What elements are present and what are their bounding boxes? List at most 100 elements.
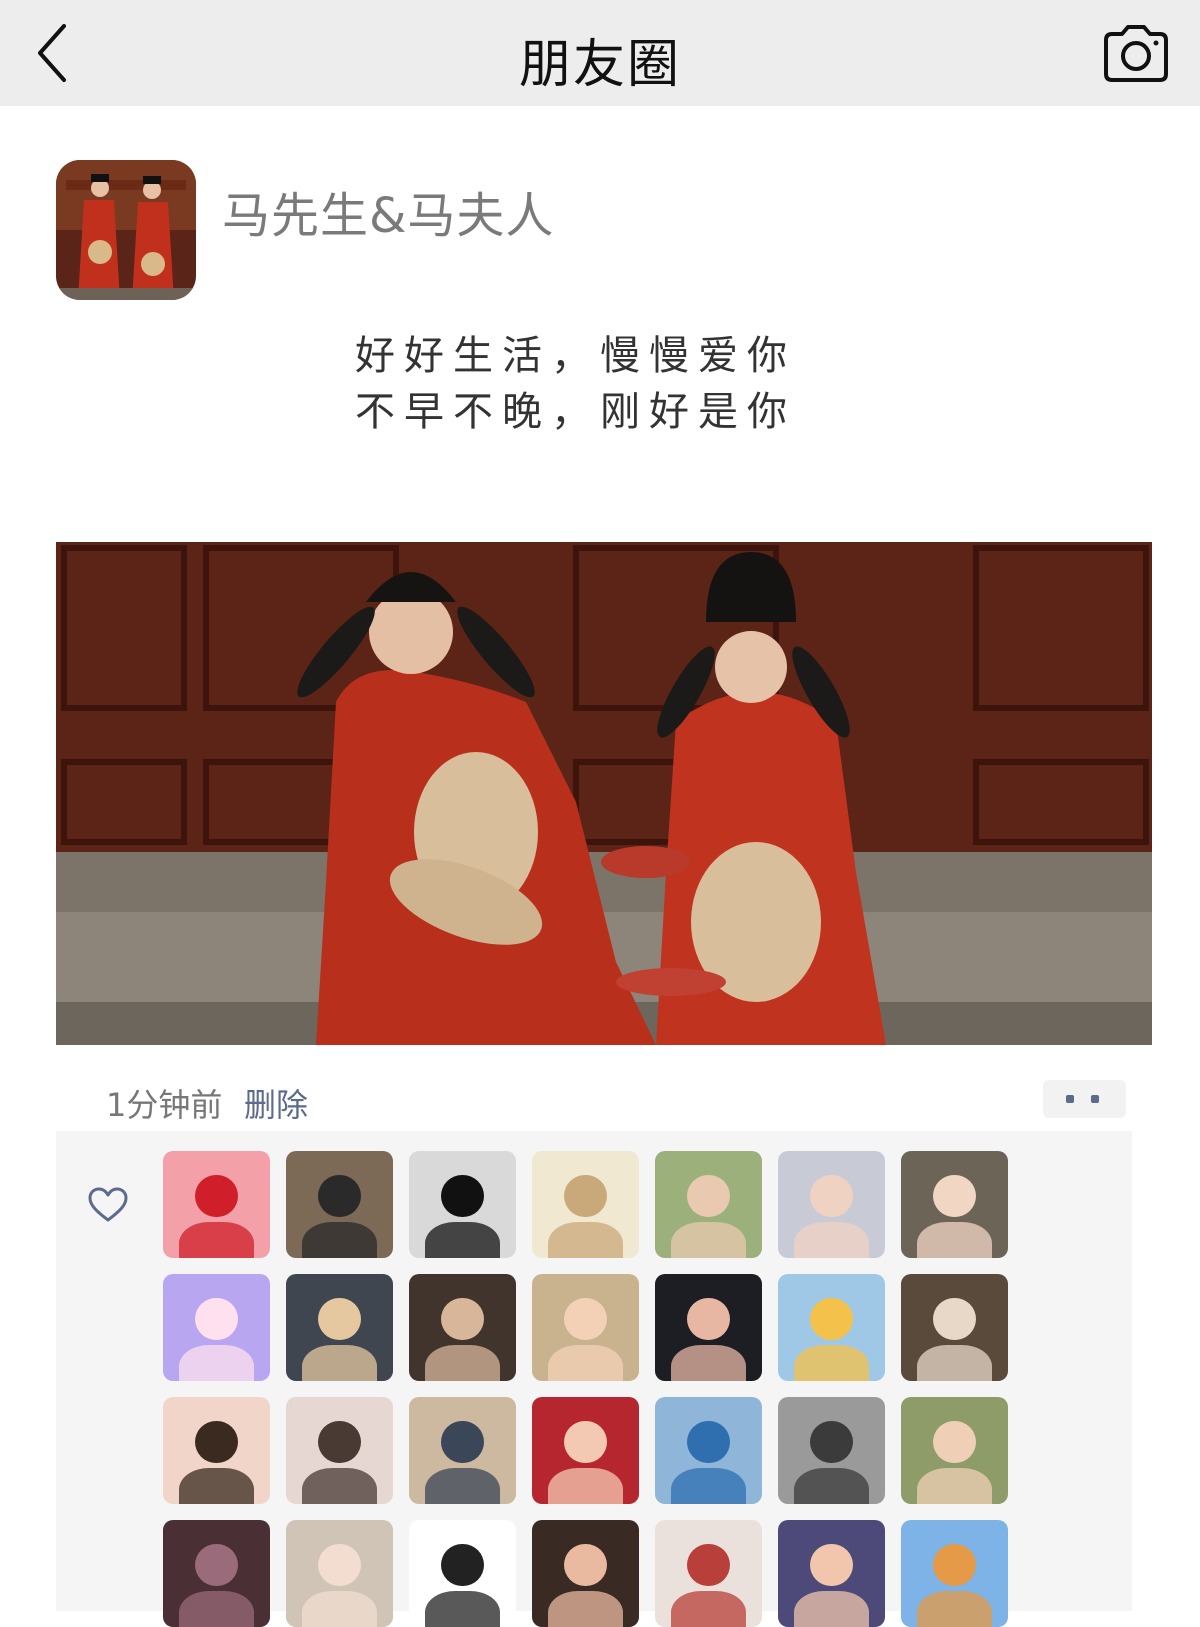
liker-avatar-red-hair-cartoon[interactable] [532, 1397, 639, 1504]
liker-avatar-person-sunglasses[interactable] [286, 1151, 393, 1258]
liker-avatar-body [302, 1590, 377, 1627]
liker-avatar-body [425, 1344, 500, 1381]
liker-avatar-body [425, 1467, 500, 1504]
liker-avatar-body [671, 1344, 746, 1381]
more-actions-button[interactable] [1043, 1080, 1126, 1118]
liker-avatar-body [425, 1221, 500, 1258]
liker-avatar-body [179, 1344, 254, 1381]
profile-avatar-image [56, 160, 196, 300]
liker-avatar-figure [441, 1297, 484, 1341]
profile-avatar[interactable] [56, 160, 196, 300]
liker-avatar-figure [933, 1297, 976, 1341]
liker-avatar-figure [441, 1543, 484, 1587]
liker-avatar-comic-boy[interactable] [409, 1397, 516, 1504]
liker-avatar-body [179, 1590, 254, 1627]
liker-avatar-figure [564, 1543, 607, 1587]
caption-line-2: 不早不晚，刚好是你 [355, 389, 796, 435]
liker-avatar-woman-car[interactable] [409, 1274, 516, 1381]
profile-name[interactable]: 马先生&马夫人 [222, 176, 554, 246]
liker-avatar-figure [810, 1420, 853, 1464]
liker-avatar-figure [441, 1420, 484, 1464]
liker-avatar-figure [441, 1174, 484, 1218]
more-dots-icon [1066, 1095, 1074, 1103]
liker-avatar-shiba-dog[interactable] [901, 1520, 1008, 1627]
liker-avatar-figure [564, 1297, 607, 1341]
liker-avatar-figure [195, 1543, 238, 1587]
liker-avatar-body [917, 1221, 992, 1258]
liker-avatar-figure [687, 1174, 730, 1218]
liker-avatar-kitchen-woman[interactable] [778, 1397, 885, 1504]
liker-avatar-body [179, 1221, 254, 1258]
liker-avatar-black-cat[interactable] [409, 1151, 516, 1258]
liker-avatar-body [548, 1344, 623, 1381]
liker-avatar-figure [687, 1420, 730, 1464]
liker-avatar-dark-figure[interactable] [163, 1520, 270, 1627]
liker-avatar-adventure-time[interactable] [778, 1274, 885, 1381]
liker-avatar-girl-chin[interactable] [532, 1520, 639, 1627]
liker-avatar-girl-hoodie[interactable] [778, 1151, 885, 1258]
liker-avatar-body [794, 1344, 869, 1381]
liker-avatar-figure [564, 1420, 607, 1464]
liker-avatar-body [917, 1344, 992, 1381]
liker-avatar-body [302, 1344, 377, 1381]
liker-avatar-body [794, 1467, 869, 1504]
liker-avatar-glasses-cartoon[interactable] [409, 1520, 516, 1627]
likes-panel [56, 1131, 1132, 1627]
more-dots-icon [1091, 1095, 1099, 1103]
liker-avatar-body [302, 1221, 377, 1258]
liker-avatar-figure [687, 1297, 730, 1341]
top-nav-bar: 朋友圈 [0, 0, 1200, 106]
camera-button[interactable] [1100, 24, 1172, 84]
delete-post-link[interactable]: 删除 [244, 1080, 308, 1126]
liker-avatar-body [917, 1590, 992, 1627]
liker-avatar-body [179, 1467, 254, 1504]
liker-avatar-figure [687, 1543, 730, 1587]
liker-avatar-dog-hat[interactable] [286, 1274, 393, 1381]
liker-avatar-body [548, 1467, 623, 1504]
liker-avatar-body [302, 1467, 377, 1504]
liker-avatar-blue-shirt-woman[interactable] [655, 1397, 762, 1504]
liker-avatar-figure [810, 1297, 853, 1341]
liker-avatar-figure [933, 1174, 976, 1218]
liker-avatar-figure [318, 1174, 361, 1218]
liker-avatar-dance-couple[interactable] [901, 1274, 1008, 1381]
liker-avatar-figure [318, 1297, 361, 1341]
liker-avatar-boy-orange[interactable] [532, 1274, 639, 1381]
liker-avatar-figure [195, 1420, 238, 1464]
post-photo-image [56, 542, 1152, 1045]
liker-avatar-bunny-heart[interactable] [163, 1274, 270, 1381]
liker-avatar-figure [564, 1174, 607, 1218]
likes-avatar-grid [163, 1151, 1063, 1627]
page-title: 朋友圈 [518, 35, 681, 95]
liker-avatar-baby-bow[interactable] [286, 1397, 393, 1504]
liker-avatar-baby-dad[interactable] [901, 1151, 1008, 1258]
liker-avatar-figure [318, 1420, 361, 1464]
liker-avatar-body [794, 1590, 869, 1627]
liker-avatar-anime-man[interactable] [778, 1520, 885, 1627]
liker-avatar-figure [933, 1420, 976, 1464]
liker-avatar-figure [195, 1174, 238, 1218]
liker-avatar-anime-gun[interactable] [655, 1274, 762, 1381]
liker-avatar-body [548, 1590, 623, 1627]
liker-avatar-anime-sketch[interactable] [532, 1151, 639, 1258]
liker-avatar-girl-green[interactable] [655, 1151, 762, 1258]
liker-avatar-pink-bear[interactable] [163, 1151, 270, 1258]
liker-avatar-fluffy-hat-girl[interactable] [286, 1520, 393, 1627]
liker-avatar-figure [195, 1297, 238, 1341]
liker-avatar-figure [318, 1543, 361, 1587]
liker-avatar-body [671, 1590, 746, 1627]
heart-outline-icon [88, 1187, 128, 1222]
liker-avatar-body [671, 1467, 746, 1504]
liker-avatar-figure [810, 1174, 853, 1218]
liker-avatar-body [917, 1467, 992, 1504]
post-caption: 好好生活，慢慢爱你 不早不晚，刚好是你 [355, 328, 855, 440]
post-photo[interactable] [56, 542, 1152, 1045]
camera-icon [1104, 25, 1168, 82]
liker-avatar-laughing-girl[interactable] [163, 1397, 270, 1504]
liker-avatar-body [794, 1221, 869, 1258]
liker-avatar-baby-red-bow[interactable] [655, 1520, 762, 1627]
liker-avatar-body [671, 1221, 746, 1258]
caption-line-1: 好好生活，慢慢爱你 [355, 333, 796, 379]
liker-avatar-body [425, 1590, 500, 1627]
liker-avatar-boy-heart[interactable] [901, 1397, 1008, 1504]
